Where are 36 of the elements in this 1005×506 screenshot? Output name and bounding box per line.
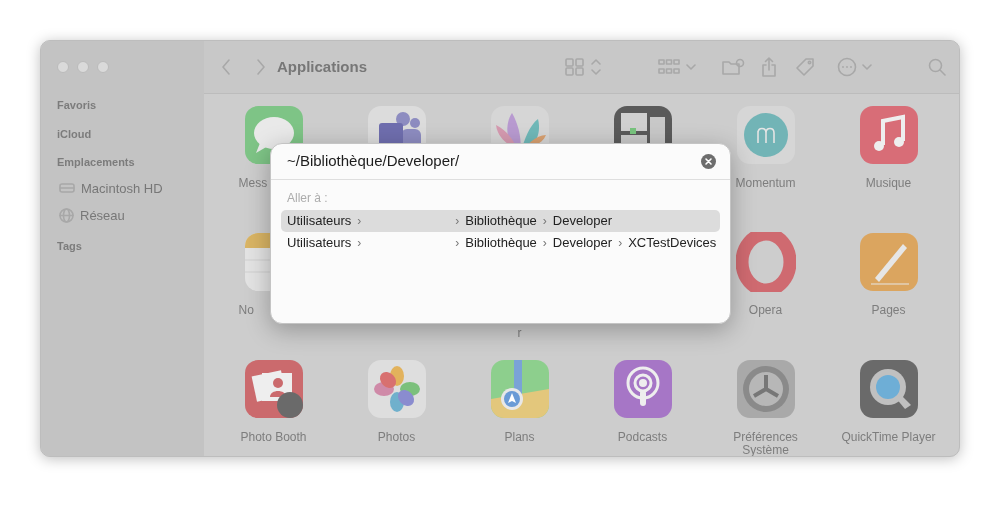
folder-name: Bibliothèque (465, 212, 537, 231)
section-heading: Aller à : (286, 190, 329, 207)
chevron-separator: › (357, 235, 362, 252)
path-field[interactable]: ~/Bibliothèque/Developer/ (287, 150, 701, 173)
folder-name: Bibliothèque (465, 234, 537, 253)
folder-name: Utilisateurs (287, 212, 352, 231)
app-label: r (516, 327, 523, 340)
app-label: Musique (864, 177, 913, 190)
chevron-separator: › (455, 213, 460, 230)
app-label: Plans (503, 431, 536, 444)
path-suggestion[interactable]: Utilisateurs › › Bibliothèque › Developer (281, 210, 720, 232)
folder-name: Developer (552, 234, 613, 253)
folder-name: Developer (552, 212, 613, 231)
chevron-separator: › (357, 213, 362, 230)
chevron-separator: › (542, 213, 547, 230)
window-title: Applications (277, 56, 367, 77)
app-label: Momentum (734, 177, 797, 190)
sidebar-heading: Emplacements (57, 155, 136, 170)
path-suggestion[interactable]: Utilisateurs › › Bibliothèque › Developer › XCTestDevices (281, 232, 720, 254)
folder-name: Utilisateurs (287, 234, 352, 253)
chevron-separator: › (455, 235, 460, 252)
app-label: Mess (237, 177, 269, 190)
app-label: QuickTime Player (840, 431, 937, 444)
app-label: Pages (870, 304, 907, 317)
app-label: Préférences Système (732, 431, 799, 456)
sidebar-heading: iCloud (57, 126, 93, 142)
app-label: Photo Booth (239, 431, 308, 444)
app-label: Photos (376, 431, 417, 444)
chevron-separator: › (542, 235, 547, 252)
sidebar-heading: Favoris (57, 98, 98, 113)
app-label: No (237, 304, 255, 317)
chevron-separator: › (618, 235, 623, 252)
folder-name: XCTestDevices (628, 234, 717, 253)
app-label: Podcasts (616, 431, 669, 444)
sidebar-heading: Tags (57, 238, 83, 254)
app-label: Opera (747, 304, 784, 317)
